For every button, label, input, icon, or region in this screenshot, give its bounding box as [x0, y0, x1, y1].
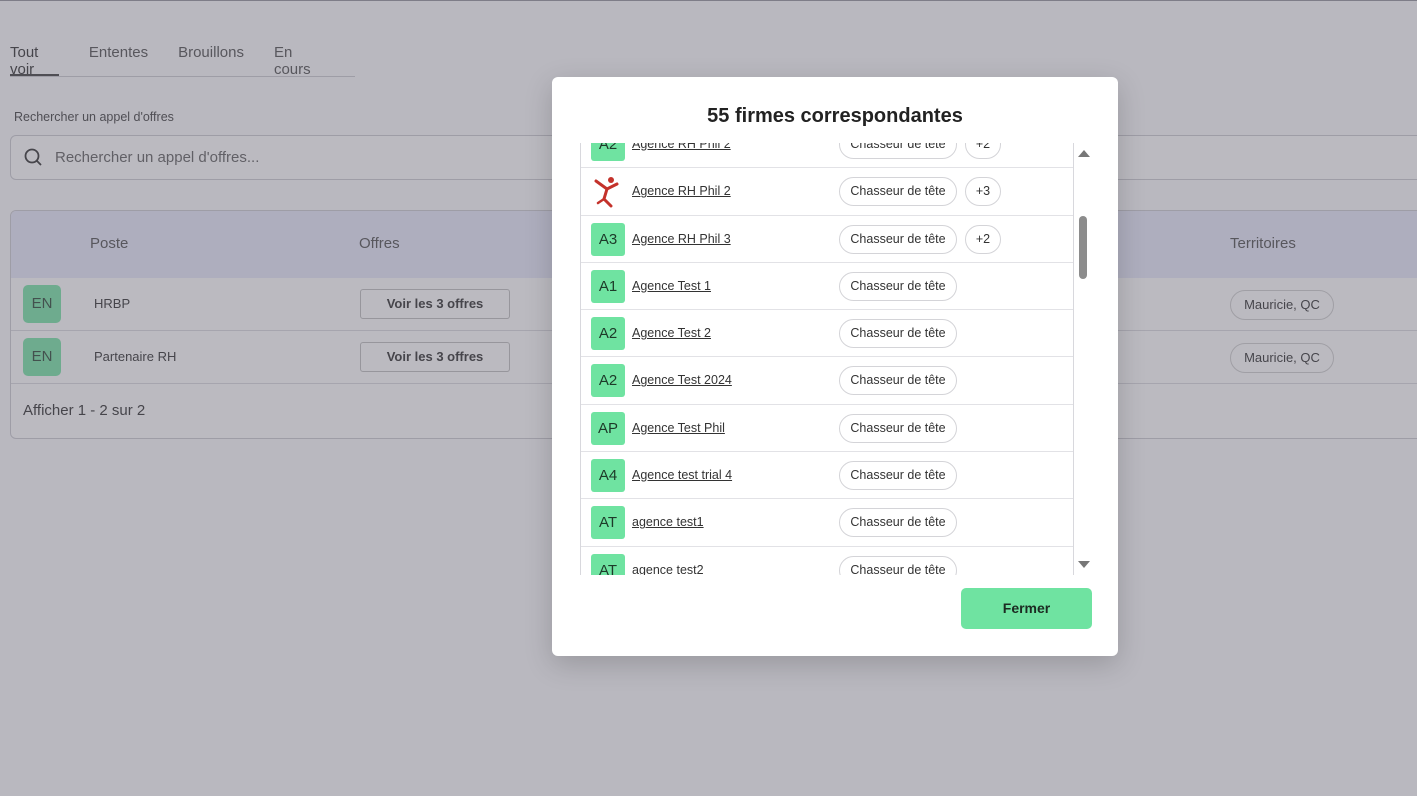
firm-row[interactable]: Agence RH Phil 2 Chasseur de tête +3: [581, 168, 1073, 216]
firm-row[interactable]: AT agence test2 Chasseur de tête: [581, 547, 1073, 575]
scroll-thumb[interactable]: [1079, 216, 1087, 279]
role-chip: Chasseur de tête: [839, 413, 957, 443]
firm-row[interactable]: A2 Agence Test 2 Chasseur de tête: [581, 310, 1073, 358]
firm-name-link[interactable]: Agence RH Phil 2: [632, 143, 731, 151]
close-button[interactable]: Fermer: [961, 588, 1092, 629]
scrollbar[interactable]: [1076, 147, 1090, 575]
role-chip: Chasseur de tête: [839, 555, 957, 575]
firm-avatar: AT: [591, 506, 625, 540]
firm-row[interactable]: A2 Agence RH Phil 2 Chasseur de tête +2: [581, 143, 1073, 169]
more-roles-chip[interactable]: +2: [965, 224, 1001, 254]
modal-title: 55 firmes correspondantes: [707, 105, 963, 127]
role-chip: Chasseur de tête: [839, 271, 957, 301]
firm-name-link[interactable]: Agence RH Phil 3: [632, 232, 731, 246]
role-chip: Chasseur de tête: [839, 319, 957, 349]
firm-row[interactable]: A4 Agence test trial 4 Chasseur de tête: [581, 452, 1073, 500]
firm-row[interactable]: A2 Agence Test 2024 Chasseur de tête: [581, 357, 1073, 405]
firm-name-link[interactable]: Agence Test 1: [632, 279, 711, 293]
firm-row[interactable]: A1 Agence Test 1 Chasseur de tête: [581, 263, 1073, 311]
firm-name-link[interactable]: Agence Test 2024: [632, 373, 732, 387]
firm-avatar: AT: [591, 553, 625, 575]
firm-name-link[interactable]: agence test1: [632, 515, 704, 529]
firm-row[interactable]: AP Agence Test Phil Chasseur de tête: [581, 405, 1073, 453]
matching-firms-modal: 55 firmes correspondantes A2 Agence RH Ph…: [552, 77, 1118, 656]
firm-avatar: A2: [591, 143, 625, 161]
role-chip: Chasseur de tête: [839, 177, 957, 207]
firm-name-link[interactable]: Agence Test Phil: [632, 421, 725, 435]
role-chip: Chasseur de tête: [839, 224, 957, 254]
firms-list-content: A2 Agence RH Phil 2 Chasseur de tête +2 Agen…: [580, 143, 1074, 575]
firm-avatar: A4: [591, 459, 625, 493]
firm-avatar: AP: [591, 411, 625, 445]
role-chip: Chasseur de tête: [839, 366, 957, 396]
firm-name-link[interactable]: Agence RH Phil 2: [632, 184, 731, 198]
role-chip: Chasseur de tête: [839, 461, 957, 491]
scroll-down-arrow-icon[interactable]: [1078, 561, 1090, 568]
firm-avatar: A2: [591, 364, 625, 398]
firm-name-link[interactable]: Agence test trial 4: [632, 468, 732, 482]
firm-name-link[interactable]: agence test2: [632, 563, 704, 575]
scroll-up-arrow-icon[interactable]: [1078, 150, 1090, 157]
firm-avatar: A1: [591, 269, 625, 303]
firm-avatar: A2: [591, 317, 625, 351]
firm-logo-icon: [594, 177, 619, 208]
firm-row[interactable]: AT agence test1 Chasseur de tête: [581, 499, 1073, 547]
role-chip: Chasseur de tête: [839, 143, 957, 159]
firm-avatar: A3: [591, 222, 625, 256]
more-roles-chip[interactable]: +2: [965, 143, 1001, 159]
firms-list[interactable]: A2 Agence RH Phil 2 Chasseur de tête +2 Agen…: [580, 143, 1102, 575]
more-roles-chip[interactable]: +3: [965, 177, 1001, 207]
firm-row[interactable]: A3 Agence RH Phil 3 Chasseur de tête +2: [581, 216, 1073, 263]
role-chip: Chasseur de tête: [839, 508, 957, 538]
firm-name-link[interactable]: Agence Test 2: [632, 326, 711, 340]
